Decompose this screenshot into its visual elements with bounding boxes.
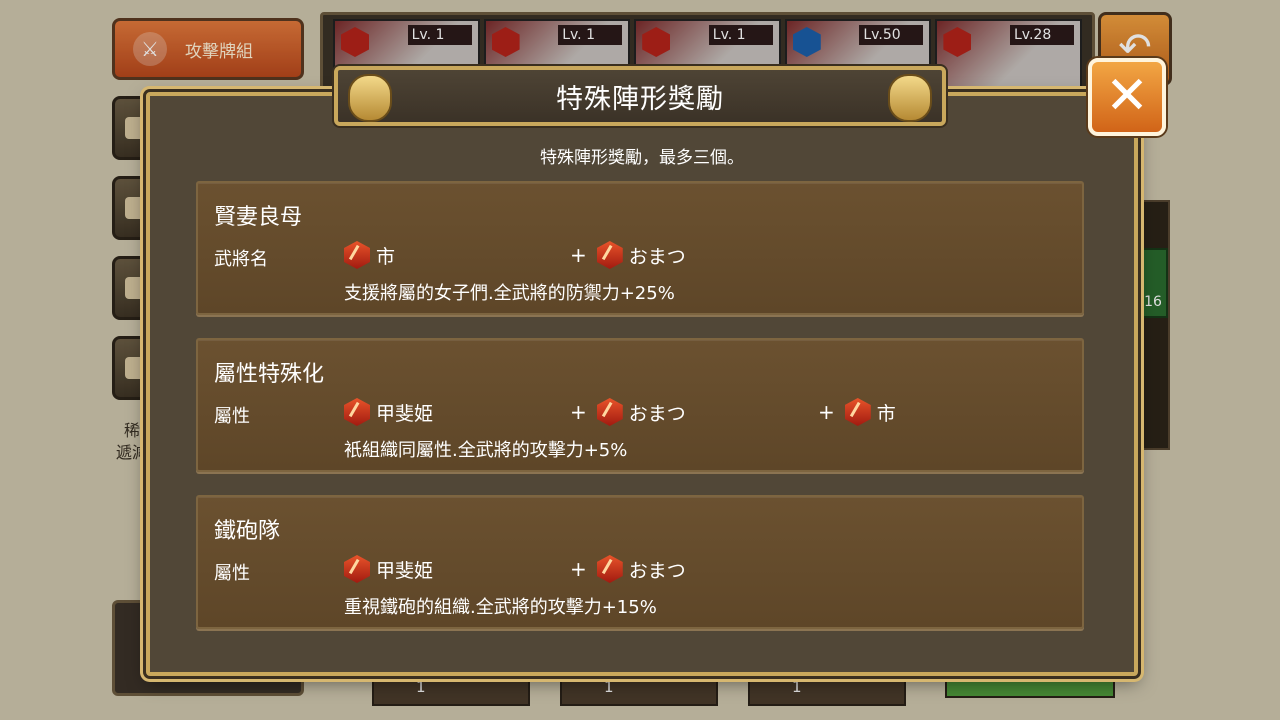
fire-element-icon (491, 27, 520, 57)
member-name: おまつ (628, 245, 686, 268)
bonus-condition-label: 武將名 (214, 249, 268, 270)
fire-element-icon (344, 241, 370, 269)
plus-sign: + (570, 243, 587, 267)
fire-element-icon (642, 27, 671, 57)
fire-element-icon (844, 398, 871, 426)
bonus-member: + 市 (818, 398, 896, 426)
card-level: Lv.28 (1009, 25, 1074, 45)
fire-element-icon (943, 27, 972, 57)
cost-badge: 16 (1138, 248, 1168, 318)
fire-element-icon (596, 555, 623, 583)
bonus-member: + おまつ (570, 398, 686, 426)
close-icon: ✕ (1105, 66, 1149, 126)
card-level: Lv. 1 (708, 25, 773, 45)
fire-element-icon (341, 27, 369, 57)
attack-deck-button[interactable]: ⚔ 攻擊牌組 (112, 18, 304, 80)
bonus-panel: 賢妻良母 武將名 市 + おまつ 支援將屬的女子們.全武將的防禦力+25% (196, 181, 1084, 315)
card-level: Lv. 1 (407, 25, 472, 45)
menu-icon (125, 117, 147, 139)
close-button[interactable]: ✕ (1088, 58, 1166, 136)
sword-icon: ⚔ (133, 32, 167, 66)
bonus-name: 賢妻良母 (214, 205, 303, 230)
dialog-title-bar: 特殊陣形獎勵 (334, 66, 946, 126)
bonus-condition-label: 屬性 (214, 406, 250, 427)
bonus-member: + おまつ (570, 555, 686, 583)
bonus-name: 屬性特殊化 (214, 362, 325, 387)
member-name: 甲斐姫 (376, 559, 434, 582)
bonus-name: 鐵砲隊 (214, 519, 281, 544)
plus-sign: + (818, 400, 835, 424)
bonus-member: 甲斐姫 (344, 398, 433, 426)
bonus-effect: 支援將屬的女子們.全武將的防禦力+25% (344, 283, 675, 304)
bonus-member: 甲斐姫 (344, 555, 433, 583)
card-level: Lv.50 (859, 25, 924, 45)
right-panel (1135, 200, 1170, 450)
bonus-member: + おまつ (570, 241, 686, 269)
bonus-effect: 衹組織同屬性.全武將的攻擊力+5% (344, 440, 628, 461)
dialog-subtitle: 特殊陣形獎勵，最多三個。 (540, 148, 744, 168)
menu-icon (125, 197, 147, 219)
fire-element-icon (596, 398, 623, 426)
bonus-effect: 重視鐵砲的組織.全武將的攻擊力+15% (344, 597, 657, 618)
fire-element-icon (596, 241, 623, 269)
menu-icon (125, 277, 147, 299)
dialog-title: 特殊陣形獎勵 (556, 83, 724, 115)
card-level: Lv. 1 (558, 25, 623, 45)
member-name: 甲斐姫 (376, 402, 434, 425)
bonus-panel: 屬性特殊化 屬性 甲斐姫 + おまつ + 市 衹組織同屬性.全武將的攻擊力+5% (196, 338, 1084, 472)
bonus-condition-label: 屬性 (214, 563, 250, 584)
fire-element-icon (344, 555, 370, 583)
menu-icon (125, 357, 147, 379)
member-name: 市 (876, 402, 896, 425)
card-slot[interactable]: Lv.28 (935, 19, 1082, 89)
member-name: おまつ (628, 559, 686, 582)
bonus-member: 市 (344, 241, 395, 269)
attack-deck-label: 攻擊牌組 (185, 41, 253, 62)
plus-sign: + (570, 400, 587, 424)
bonus-panel: 鐵砲隊 屬性 甲斐姫 + おまつ 重視鐵砲的組織.全武將的攻擊力+15% (196, 495, 1084, 629)
plus-sign: + (570, 557, 587, 581)
member-name: おまつ (628, 402, 686, 425)
water-element-icon (792, 27, 821, 57)
fire-element-icon (344, 398, 370, 426)
member-name: 市 (376, 245, 396, 268)
